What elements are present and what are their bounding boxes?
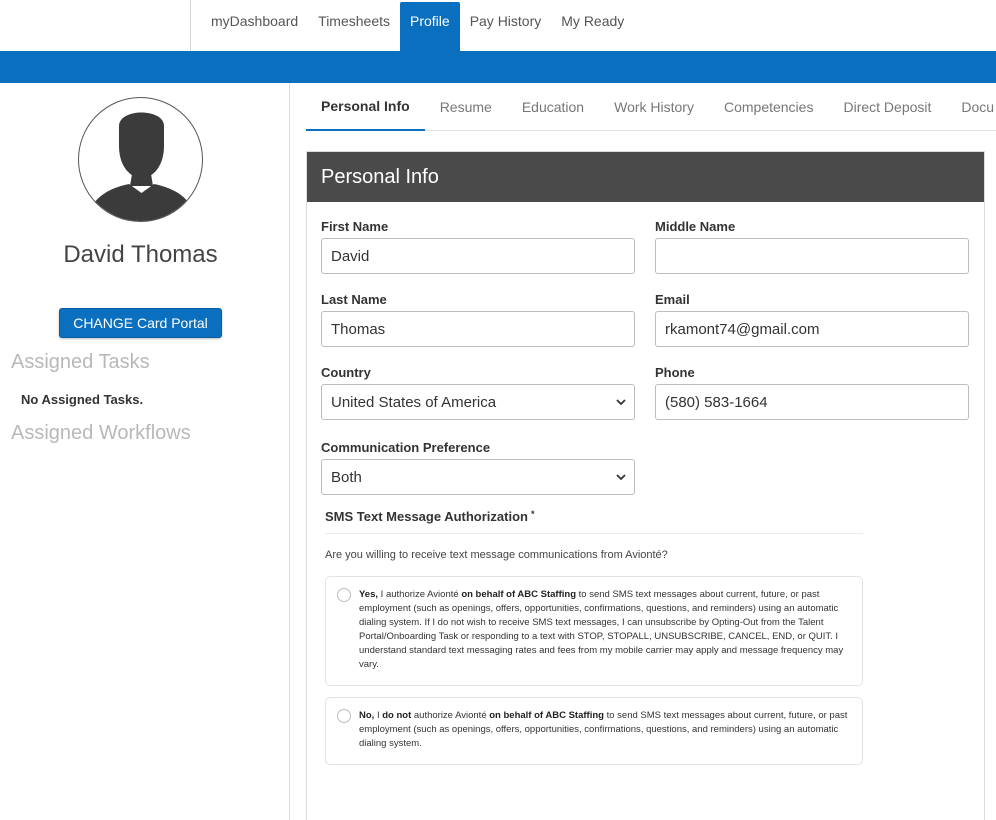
nav-item-mydashboard[interactable]: myDashboard: [201, 0, 308, 51]
tab-direct-deposit[interactable]: Direct Deposit: [828, 83, 946, 131]
last-name-input[interactable]: Thomas: [321, 311, 635, 347]
sms-authorization-title: SMS Text Message Authorization *: [325, 509, 535, 524]
profile-subtabs: Personal Info Resume Education Work Hist…: [306, 83, 996, 131]
assigned-workflows-heading: Assigned Workflows: [11, 422, 191, 444]
sms-yes-radio[interactable]: [337, 588, 351, 602]
sms-no-radio[interactable]: [337, 709, 351, 723]
tab-resume[interactable]: Resume: [425, 83, 507, 131]
email-label: Email: [655, 292, 690, 307]
nav-item-pay-history[interactable]: Pay History: [460, 0, 552, 51]
user-silhouette-icon: [87, 112, 196, 221]
brand-band: [0, 51, 996, 83]
communication-preference-label: Communication Preference: [321, 440, 491, 455]
chevron-down-icon: [616, 474, 626, 481]
tab-competencies[interactable]: Competencies: [709, 83, 829, 131]
sms-question: Are you willing to receive text message …: [325, 549, 668, 561]
phone-input[interactable]: (580) 583-1664: [655, 384, 969, 420]
sms-option-no[interactable]: No, I do not authorize Avionté on behalf…: [325, 697, 863, 765]
tab-personal-info[interactable]: Personal Info: [306, 83, 425, 131]
country-selected-value: United States of America: [331, 393, 497, 411]
chevron-down-icon: [616, 399, 626, 406]
assigned-tasks-heading: Assigned Tasks: [11, 351, 150, 373]
main-nav: myDashboard Timesheets Profile Pay Histo…: [201, 0, 634, 51]
tab-documents[interactable]: Docu: [946, 83, 996, 131]
middle-name-input[interactable]: [655, 238, 969, 274]
tab-work-history[interactable]: Work History: [599, 83, 709, 131]
email-input[interactable]: rkamont74@gmail.com: [655, 311, 969, 347]
sms-divider: [325, 533, 863, 534]
card-header: Personal Info: [307, 152, 984, 202]
personal-info-card: Personal Info First Name David Middle Na…: [306, 151, 985, 820]
sms-title-text: SMS Text Message Authorization: [325, 509, 528, 524]
avatar: [78, 97, 203, 222]
sms-no-text: No, I do not authorize Avionté on behalf…: [359, 710, 848, 749]
middle-name-label: Middle Name: [655, 219, 736, 234]
first-name-label: First Name: [321, 219, 389, 234]
nav-divider: [190, 0, 191, 51]
phone-label: Phone: [655, 365, 695, 380]
tab-education[interactable]: Education: [507, 83, 599, 131]
no-tasks-text: No Assigned Tasks.: [21, 392, 144, 407]
nav-item-profile[interactable]: Profile: [400, 2, 460, 51]
sms-option-yes[interactable]: Yes, I authorize Avionté on behalf of AB…: [325, 576, 863, 686]
profile-sidebar: David Thomas CHANGE Card Portal Assigned…: [0, 83, 290, 820]
first-name-input[interactable]: David: [321, 238, 635, 274]
sms-yes-text: Yes, I authorize Avionté on behalf of AB…: [359, 589, 844, 670]
last-name-label: Last Name: [321, 292, 387, 307]
profile-name: David Thomas: [63, 241, 218, 268]
communication-selected-value: Both: [331, 468, 362, 486]
communication-preference-select[interactable]: Both: [321, 459, 635, 495]
nav-item-timesheets[interactable]: Timesheets: [308, 0, 400, 51]
top-navigation-bar: myDashboard Timesheets Profile Pay Histo…: [0, 0, 996, 51]
change-card-portal-button[interactable]: CHANGE Card Portal: [59, 308, 222, 338]
nav-item-my-ready[interactable]: My Ready: [551, 0, 634, 51]
required-mark: *: [530, 509, 535, 519]
country-select[interactable]: United States of America: [321, 384, 635, 420]
country-label: Country: [321, 365, 371, 380]
